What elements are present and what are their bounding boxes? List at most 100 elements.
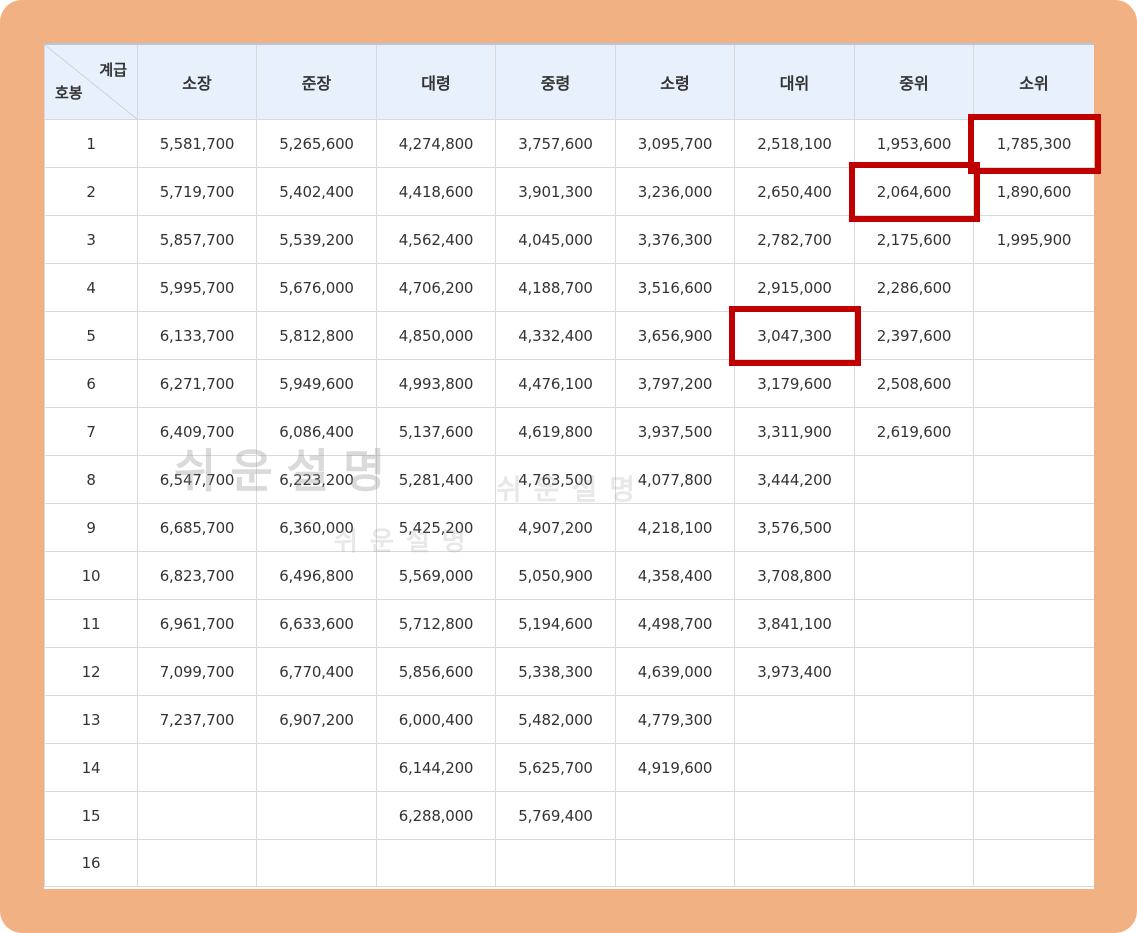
salary-cell: 4,418,600 [376, 167, 496, 216]
table-row: 8 6,547,700 6,223,200 5,281,400 4,763,500 4,0… [44, 455, 1094, 504]
salary-cell: 4,358,400 [615, 551, 735, 600]
salary-cell: 5,856,600 [376, 647, 496, 696]
step-number-cell: 7 [44, 407, 138, 456]
salary-cell: 4,476,100 [495, 359, 616, 408]
step-number-cell: 2 [44, 167, 138, 216]
salary-cell: 4,562,400 [376, 215, 496, 264]
header-cell-2: 대령 [376, 43, 496, 120]
salary-cell: 2,619,600 [854, 407, 974, 456]
salary-cell: 4,993,800 [376, 359, 496, 408]
salary-cell: 5,137,600 [376, 407, 496, 456]
salary-cell: 5,050,900 [495, 551, 616, 600]
salary-cell: 4,779,300 [615, 695, 735, 744]
salary-cell: 3,179,600 [734, 359, 855, 408]
salary-cell: 4,850,000 [376, 311, 496, 360]
header-cell-7: 소위 [973, 43, 1094, 120]
salary-cell [734, 695, 855, 744]
salary-cell: 3,444,200 [734, 455, 855, 504]
salary-cell: 4,188,700 [495, 263, 616, 312]
table-row: 4 5,995,700 5,676,000 4,706,200 4,188,700 3,5… [44, 263, 1094, 312]
salary-cell [854, 647, 974, 696]
salary-cell: 6,823,700 [137, 551, 257, 600]
salary-cell: 4,274,800 [376, 119, 496, 168]
salary-cell: 3,973,400 [734, 647, 855, 696]
table-row: 12 7,099,700 6,770,400 5,856,600 5,338,300 4,… [44, 647, 1094, 696]
salary-cell: 5,194,600 [495, 599, 616, 648]
salary-cell: 6,907,200 [256, 695, 377, 744]
table-row: 13 7,237,700 6,907,200 6,000,400 5,482,000 4,… [44, 695, 1094, 744]
salary-table-panel: 계급 호봉 소장 준장 대령 중령 소령 대위 중위 소위 1 5,581,700… [44, 43, 1094, 889]
salary-cell: 6,496,800 [256, 551, 377, 600]
salary-cell: 5,769,400 [495, 791, 616, 840]
salary-cell: 3,656,900 [615, 311, 735, 360]
step-number-cell: 16 [44, 839, 138, 887]
table-row: 9 6,685,700 6,360,000 5,425,200 4,907,200 4,2… [44, 503, 1094, 552]
step-number-cell: 8 [44, 455, 138, 504]
header-cell-1: 준장 [256, 43, 377, 120]
step-number-cell: 5 [44, 311, 138, 360]
salary-cell: 5,625,700 [495, 743, 616, 792]
corner-step-label: 호봉 [55, 84, 83, 102]
salary-cell: 3,797,200 [615, 359, 735, 408]
salary-cell [615, 791, 735, 840]
salary-cell: 5,857,700 [137, 215, 257, 264]
salary-cell [495, 839, 616, 887]
salary-cell [854, 599, 974, 648]
salary-cell: 6,271,700 [137, 359, 257, 408]
salary-cell: 5,949,600 [256, 359, 377, 408]
salary-cell [973, 455, 1094, 504]
salary-cell [973, 791, 1094, 840]
salary-cell: 2,782,700 [734, 215, 855, 264]
salary-cell [973, 839, 1094, 887]
corner-rank-label: 계급 [99, 61, 127, 79]
salary-cell [973, 311, 1094, 360]
salary-cell: 2,064,600 [854, 167, 974, 216]
salary-cell: 2,175,600 [854, 215, 974, 264]
salary-cell: 1,890,600 [973, 167, 1094, 216]
salary-cell: 3,901,300 [495, 167, 616, 216]
salary-cell [973, 503, 1094, 552]
salary-cell [854, 791, 974, 840]
salary-cell: 6,409,700 [137, 407, 257, 456]
salary-cell: 5,281,400 [376, 455, 496, 504]
salary-cell: 7,237,700 [137, 695, 257, 744]
table-row: 15 6,288,000 5,769,400 [44, 791, 1094, 840]
salary-cell: 5,712,800 [376, 599, 496, 648]
salary-cell: 1,785,300 [973, 119, 1094, 168]
salary-cell [854, 839, 974, 887]
salary-cell [854, 503, 974, 552]
salary-cell [734, 839, 855, 887]
salary-cell: 2,915,000 [734, 263, 855, 312]
step-number-cell: 4 [44, 263, 138, 312]
salary-cell: 3,236,000 [615, 167, 735, 216]
salary-cell: 2,286,600 [854, 263, 974, 312]
salary-cell: 6,961,700 [137, 599, 257, 648]
salary-cell: 4,218,100 [615, 503, 735, 552]
salary-cell: 5,569,000 [376, 551, 496, 600]
salary-cell [973, 263, 1094, 312]
salary-cell: 6,086,400 [256, 407, 377, 456]
salary-cell: 4,619,800 [495, 407, 616, 456]
salary-cell: 5,676,000 [256, 263, 377, 312]
salary-cell [973, 647, 1094, 696]
salary-cell [615, 839, 735, 887]
salary-cell [376, 839, 496, 887]
salary-cell: 3,516,600 [615, 263, 735, 312]
salary-cell [734, 791, 855, 840]
table-row: 5 6,133,700 5,812,800 4,850,000 4,332,400 3,6… [44, 311, 1094, 360]
table-row: 1 5,581,700 5,265,600 4,274,800 3,757,600 3,0… [44, 119, 1094, 168]
salary-cell [256, 791, 377, 840]
salary-cell: 2,397,600 [854, 311, 974, 360]
header-cell-3: 중령 [495, 43, 616, 120]
salary-cell: 3,757,600 [495, 119, 616, 168]
step-number-cell: 13 [44, 695, 138, 744]
salary-cell: 5,425,200 [376, 503, 496, 552]
table-row: 2 5,719,700 5,402,400 4,418,600 3,901,300 3,2… [44, 167, 1094, 216]
salary-cell [854, 455, 974, 504]
salary-cell [973, 407, 1094, 456]
salary-cell: 4,077,800 [615, 455, 735, 504]
salary-cell [973, 599, 1094, 648]
salary-cell: 3,376,300 [615, 215, 735, 264]
table-row: 14 6,144,200 5,625,700 4,919,600 [44, 743, 1094, 792]
salary-cell [973, 743, 1094, 792]
